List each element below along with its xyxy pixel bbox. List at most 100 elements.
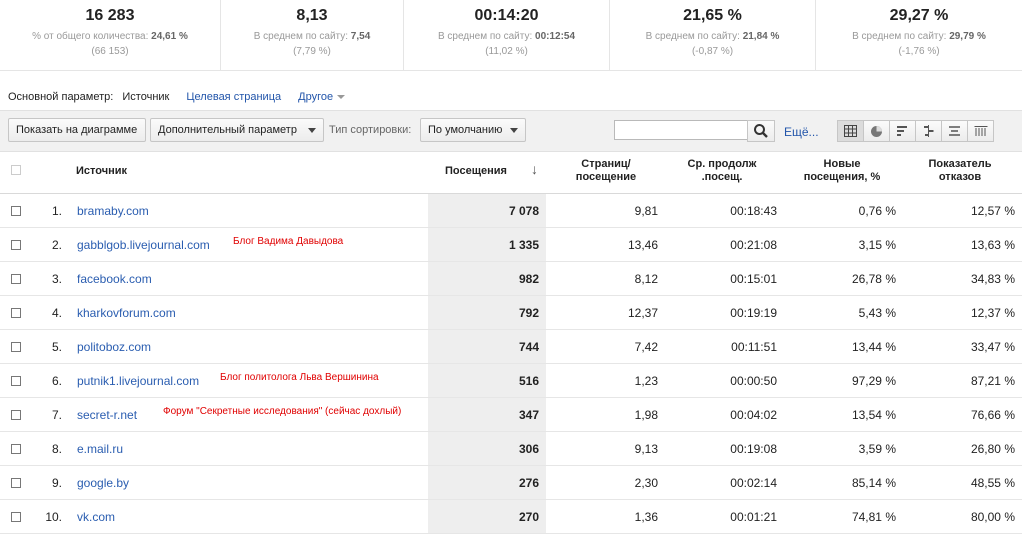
cell-pages-per-visit: 1,23 (634, 374, 658, 388)
cell-pages-per-visit: 13,46 (627, 238, 658, 252)
sort-type-dropdown[interactable]: По умолчанию (420, 118, 526, 142)
annotation-note: Блог политолога Льва Вершинина (220, 372, 379, 383)
row-checkbox[interactable] (11, 308, 21, 318)
cell-visits: 982 (518, 272, 539, 286)
view-performance-button[interactable] (889, 120, 916, 142)
cell-bounce-rate: 80,00 % (970, 510, 1015, 524)
view-pie-button[interactable] (863, 120, 890, 142)
pie-chart-icon (871, 125, 882, 137)
secondary-dimension-dropdown[interactable]: Дополнительный параметр (150, 118, 324, 142)
cell-new-visits: 3,59 % (858, 442, 896, 456)
view-term-cloud-button[interactable] (941, 120, 968, 142)
show-on-chart-button[interactable]: Показать на диаграмме (8, 118, 146, 142)
col-header-source[interactable]: Источник (76, 165, 127, 178)
search-button[interactable] (747, 120, 775, 142)
row-checkbox[interactable] (11, 444, 21, 454)
table-header: Источник Посещения ↓ Страниц/посещение С… (0, 151, 1022, 194)
dimension-other-dropdown[interactable]: Другое (298, 91, 346, 103)
source-link[interactable]: bramaby.com (77, 204, 149, 218)
cell-pages-per-visit: 1,98 (634, 408, 658, 422)
view-comparison-button[interactable] (915, 120, 942, 142)
cell-visits: 516 (518, 374, 539, 388)
metric-label: В среднем по сайту: 29,79 % (852, 31, 986, 42)
cell-visits: 744 (518, 340, 539, 354)
cell-bounce-rate: 26,80 % (970, 442, 1015, 456)
table-toolbar: Показать на диаграмме Дополнительный пар… (0, 110, 1022, 152)
view-table-button[interactable] (837, 120, 864, 142)
cell-pages-per-visit: 1,36 (634, 510, 658, 524)
cell-avg-duration: 00:18:43 (730, 204, 777, 218)
chevron-down-icon (308, 128, 316, 133)
metric-pages-per-visit: 8,13 В среднем по сайту: 7,54 (7,79 %) (221, 0, 404, 70)
cell-visits: 270 (518, 510, 539, 524)
table-search-input[interactable] (614, 120, 748, 140)
row-checkbox[interactable] (11, 274, 21, 284)
metric-value: 8,13 (296, 7, 328, 24)
more-link[interactable]: Ещё... (784, 125, 819, 139)
metric-new-visits: 21,65 % В среднем по сайту: 21,84 % (-0,… (610, 0, 816, 70)
table-row: 2. gabblgob.livejournal.com Блог Вадима Да… (0, 228, 1022, 262)
row-index: 8. (51, 442, 62, 456)
cell-visits: 276 (518, 476, 539, 490)
col-header-pages-per-visit[interactable]: Страниц/посещение (552, 158, 660, 184)
cell-bounce-rate: 12,57 % (970, 204, 1015, 218)
row-checkbox[interactable] (11, 376, 21, 386)
cell-bounce-rate: 76,66 % (970, 408, 1015, 422)
row-checkbox[interactable] (11, 410, 21, 420)
cell-new-visits: 97,29 % (851, 374, 896, 388)
cell-visits: 792 (518, 306, 539, 320)
source-link[interactable]: putnik1.livejournal.com (77, 374, 199, 388)
source-link[interactable]: e.mail.ru (77, 442, 123, 456)
row-checkbox[interactable] (11, 342, 21, 352)
cell-avg-duration: 00:04:02 (730, 408, 777, 422)
cell-pages-per-visit: 12,37 (627, 306, 658, 320)
view-mode-buttons (837, 120, 994, 142)
metric-value: 29,27 % (889, 7, 949, 24)
source-link[interactable]: gabblgob.livejournal.com (77, 238, 210, 252)
cell-visits: 1 335 (508, 238, 539, 252)
source-link[interactable]: kharkovforum.com (77, 306, 176, 320)
metric-value: 00:14:20 (474, 7, 539, 24)
cell-avg-duration: 00:01:21 (730, 510, 777, 524)
col-header-visits[interactable]: Посещения (445, 165, 507, 178)
source-link[interactable]: secret-r.net (77, 408, 137, 422)
cell-new-visits: 3,15 % (858, 238, 896, 252)
table-row: 5. politoboz.com 744 7,42 00:11:51 13,44 % 33,… (0, 330, 1022, 364)
col-header-new-visits[interactable]: Новые посещения, % (784, 158, 900, 184)
dimension-landing-page[interactable]: Целевая страница (186, 91, 281, 103)
view-pivot-button[interactable] (967, 120, 994, 142)
col-header-avg-duration[interactable]: Ср. продолж .посещ. (664, 158, 780, 184)
cell-visits: 306 (518, 442, 539, 456)
metric-value: 21,65 % (683, 7, 742, 24)
caret-down-icon (337, 95, 346, 100)
metric-value: 16 283 (85, 7, 135, 24)
cell-new-visits: 0,76 % (858, 204, 896, 218)
cell-avg-duration: 00:21:08 (730, 238, 777, 252)
metric-sub: (-0,87 %) (691, 46, 734, 57)
chevron-down-icon (510, 128, 518, 133)
cell-new-visits: 85,14 % (851, 476, 896, 490)
cell-bounce-rate: 12,37 % (970, 306, 1015, 320)
metric-label: В среднем по сайту: 00:12:54 (437, 31, 576, 42)
source-link[interactable]: vk.com (77, 510, 115, 524)
row-checkbox[interactable] (11, 478, 21, 488)
col-header-bounce-rate[interactable]: Показатель отказов (902, 158, 1018, 184)
primary-dimension-bar: Основной параметр: Источник Целевая стра… (8, 91, 346, 103)
sort-desc-arrow-icon[interactable]: ↓ (531, 162, 538, 176)
table-row: 7. secret-r.net Форум "Секретные исследова… (0, 398, 1022, 432)
metric-sub: (66 153) (91, 46, 129, 57)
source-link[interactable]: facebook.com (77, 272, 152, 286)
bar-chart-icon (897, 126, 907, 136)
select-all-checkbox[interactable] (11, 165, 21, 175)
row-index: 7. (51, 408, 62, 422)
table-row: 10. vk.com 270 1,36 00:01:21 74,81 % 80,00 % (0, 500, 1022, 534)
metric-label: В среднем по сайту: 7,54 (253, 31, 371, 42)
source-link[interactable]: politoboz.com (77, 340, 151, 354)
cell-new-visits: 74,81 % (851, 510, 896, 524)
row-checkbox[interactable] (11, 512, 21, 522)
row-index: 5. (51, 340, 62, 354)
source-link[interactable]: google.by (77, 476, 129, 490)
pivot-icon (949, 126, 960, 136)
row-checkbox[interactable] (11, 240, 21, 250)
row-checkbox[interactable] (11, 206, 21, 216)
